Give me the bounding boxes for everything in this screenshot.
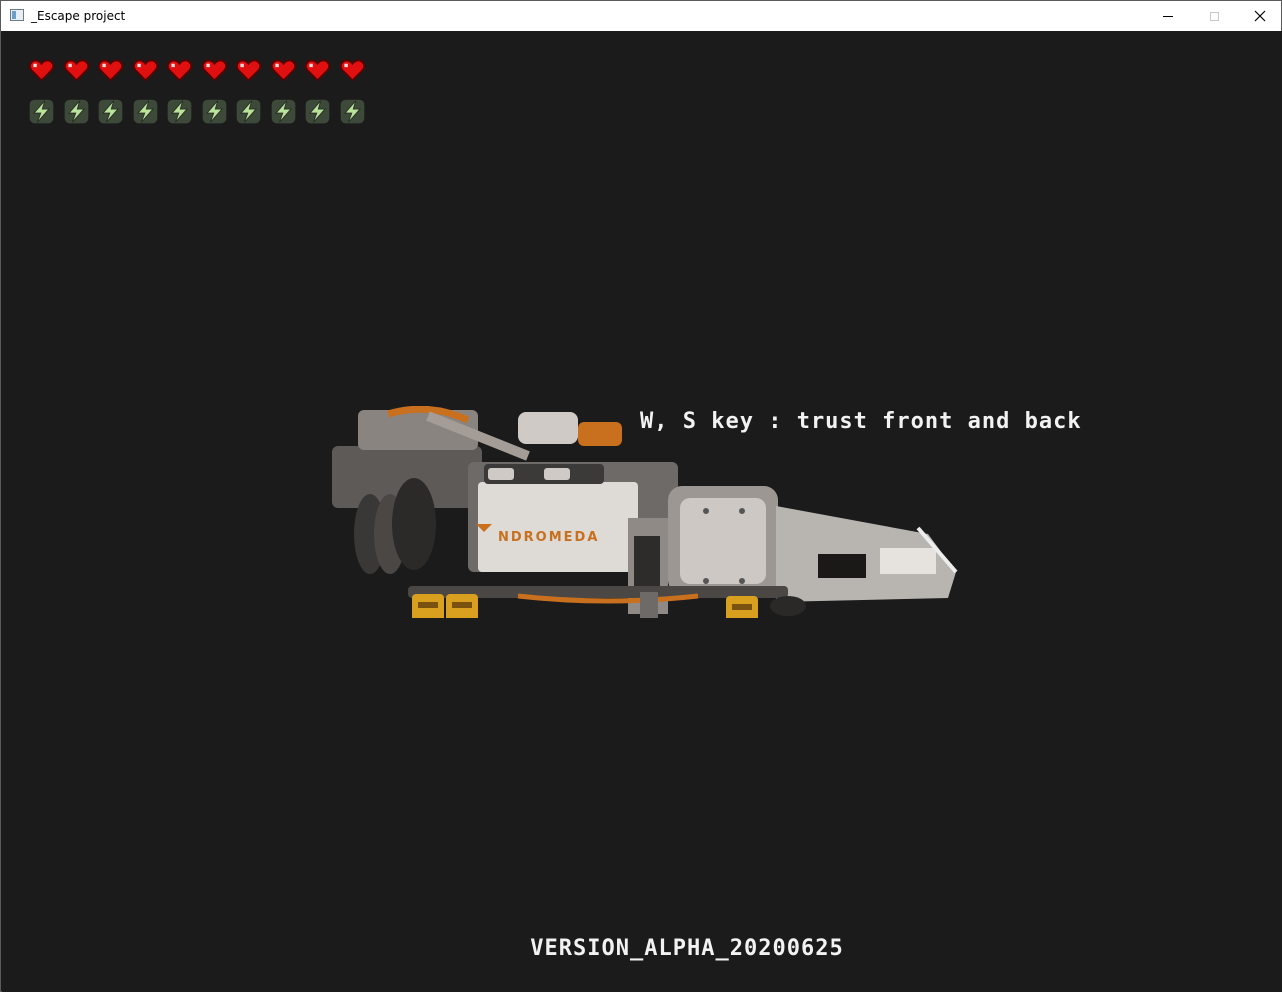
lightning-bolt-icon [236,99,261,124]
version-label: VERSION_ALPHA_20200625 [530,936,844,961]
heart-icon [132,59,158,82]
lightning-bolt-icon [133,99,157,124]
minimize-icon [1163,15,1173,17]
heart-icon [97,59,124,82]
ship-window [818,554,866,578]
controls-hint-text: W, S key : trust front and back [640,409,1082,434]
ship-hull-panel [478,482,638,572]
heart-icon [166,59,193,82]
maximize-icon [1209,11,1219,21]
ship-front-hatch [680,498,766,584]
heart-icon [201,59,227,82]
heart-icon [270,59,296,82]
minimize-button[interactable] [1145,1,1191,31]
ship-logo-text: NDROMEDA [498,530,599,545]
window-title: _Escape project [31,9,126,23]
energy-bar [28,98,373,125]
close-icon [1254,10,1266,22]
maximize-button[interactable] [1191,1,1237,31]
lightning-bolt-icon [271,99,295,124]
lightning-bolt-icon [167,99,192,124]
heart-icon [304,59,331,82]
lightning-bolt-icon [29,99,54,124]
heart-icon [63,59,89,82]
health-bar [28,57,373,84]
heart-icon [235,59,262,82]
ship-orange-module [578,422,622,446]
lightning-bolt-icon [305,99,330,124]
lightning-bolt-icon [202,99,226,124]
spaceship: NDROMEDA [332,406,958,618]
lightning-bolt-icon [340,99,364,124]
lightning-bolt-icon [64,99,88,124]
game-canvas[interactable]: NDROMEDA W, S key: trust front and back… [2,31,1282,992]
lightning-bolt-icon [98,99,123,124]
close-button[interactable] [1237,1,1282,31]
app-icon [10,9,24,21]
title-bar[interactable]: _Escape project [1,1,1281,31]
game-window: _Escape project NDROMEDA W, S key: trus… [0,0,1282,992]
heart-icon [339,59,365,82]
heart-icon [28,59,55,82]
